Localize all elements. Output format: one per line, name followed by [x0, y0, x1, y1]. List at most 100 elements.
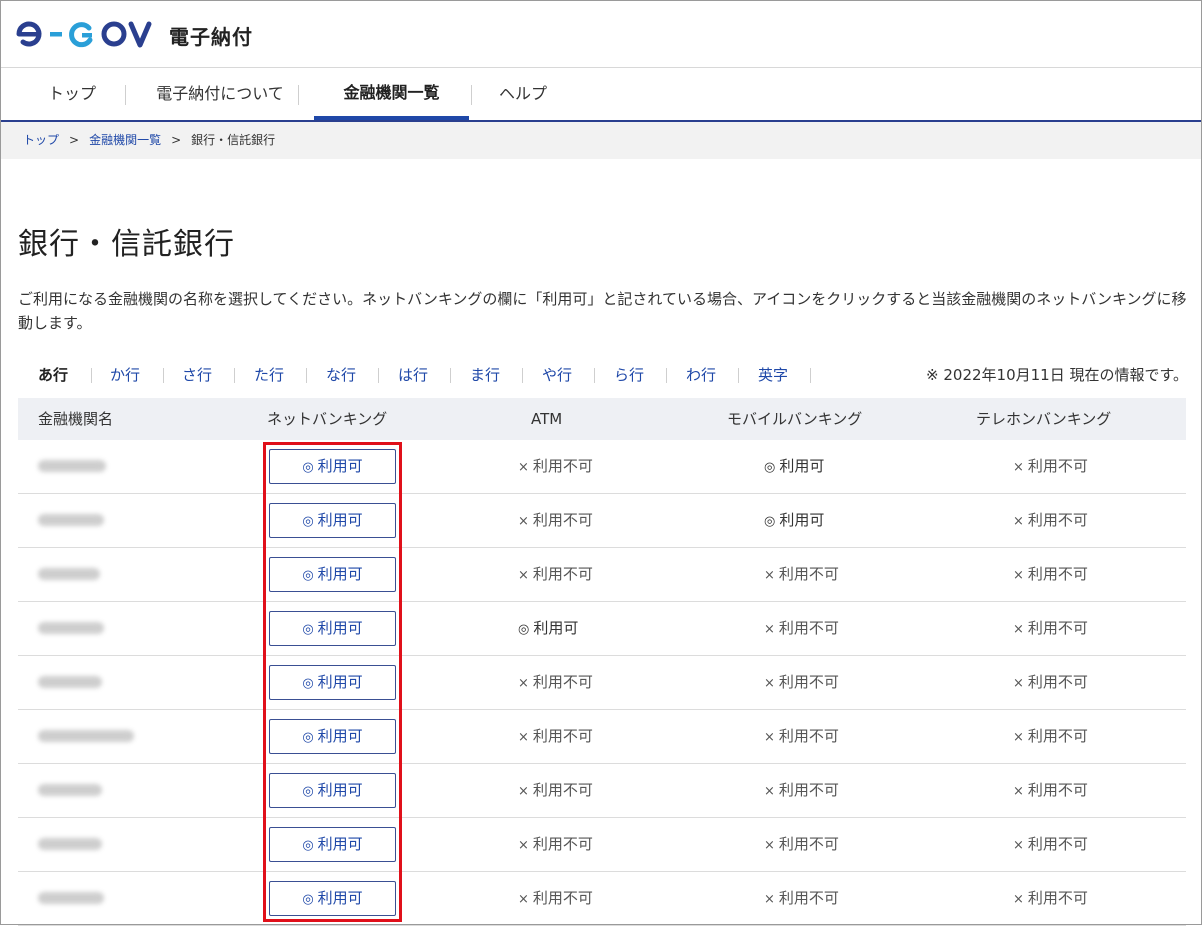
net-banking-button[interactable]: ◎ 利用可	[269, 449, 396, 484]
net-banking-button[interactable]: ◎ 利用可	[269, 773, 396, 808]
kana-tab-ta[interactable]: た行	[254, 363, 284, 387]
availability-label: 利用可	[533, 619, 579, 637]
kana-tab-ra[interactable]: ら行	[614, 363, 644, 387]
mobile-banking-cell: ◎ 利用可	[764, 494, 824, 548]
atm-cell: × 利用不可	[518, 494, 593, 548]
net-banking-button[interactable]: ◎ 利用可	[269, 827, 396, 862]
mobile-banking-cell: × 利用不可	[764, 872, 839, 926]
nav-institution-list[interactable]: 金融機関一覧	[314, 68, 469, 120]
net-banking-label: 利用可	[317, 835, 363, 853]
institution-name-blurred[interactable]	[38, 730, 134, 742]
telephone-banking-cell: × 利用不可	[1013, 440, 1088, 494]
cross-icon: ×	[764, 622, 775, 637]
cross-icon: ×	[1013, 892, 1024, 907]
nav-divider	[298, 85, 299, 105]
double-circle-icon: ◎	[302, 568, 314, 583]
col-atm: ATM	[531, 410, 563, 428]
availability-label: 利用不可	[1027, 889, 1088, 907]
table-body: ◎ 利用可 × 利用不可 ◎ 利用可 × 利用不可 ◎ 利用可 × 利用不可 ◎ 利用可 × 利用不可 ◎ 利用可…	[18, 440, 1186, 926]
institution-name-blurred[interactable]	[38, 838, 102, 850]
double-circle-icon: ◎	[764, 460, 776, 475]
net-banking-button[interactable]: ◎ 利用可	[269, 881, 396, 916]
kana-divider	[306, 368, 307, 383]
cross-icon: ×	[518, 784, 529, 799]
availability-label: 利用不可	[532, 673, 593, 691]
nav-top[interactable]: トップ	[23, 68, 121, 120]
table-row: ◎ 利用可 × 利用不可 × 利用不可 × 利用不可	[18, 872, 1186, 926]
net-banking-button[interactable]: ◎ 利用可	[269, 611, 396, 646]
cross-icon: ×	[764, 892, 775, 907]
breadcrumb-separator: >	[69, 133, 80, 147]
table-row: ◎ 利用可 × 利用不可 × 利用不可 × 利用不可	[18, 710, 1186, 764]
kana-tab-a[interactable]: あ行	[38, 363, 68, 387]
kana-divider	[234, 368, 235, 383]
availability-label: 利用不可	[532, 889, 593, 907]
availability-label: 利用不可	[778, 619, 839, 637]
net-banking-label: 利用可	[317, 781, 363, 799]
col-net-banking: ネットバンキング	[267, 410, 388, 428]
availability-label: 利用不可	[532, 565, 593, 583]
cross-icon: ×	[1013, 730, 1024, 745]
net-banking-button[interactable]: ◎ 利用可	[269, 557, 396, 592]
kana-tab-wa[interactable]: わ行	[686, 363, 716, 387]
cross-icon: ×	[764, 730, 775, 745]
table-row: ◎ 利用可 ◎ 利用可 × 利用不可 × 利用不可	[18, 602, 1186, 656]
kana-tab-alpha[interactable]: 英字	[758, 363, 788, 387]
availability-label: 利用不可	[778, 727, 839, 745]
institution-name-blurred[interactable]	[38, 460, 106, 472]
cross-icon: ×	[1013, 514, 1024, 529]
table-header: 金融機関名 ネットバンキング ATM モバイルバンキング テレホンバンキング	[18, 398, 1186, 440]
double-circle-icon: ◎	[764, 514, 776, 529]
institution-name-blurred[interactable]	[38, 514, 104, 526]
net-banking-label: 利用可	[317, 619, 363, 637]
cross-icon: ×	[518, 892, 529, 907]
atm-cell: ◎ 利用可	[518, 602, 578, 656]
kana-divider	[594, 368, 595, 383]
mobile-banking-cell: × 利用不可	[764, 656, 839, 710]
cross-icon: ×	[518, 730, 529, 745]
table-row: ◎ 利用可 × 利用不可 ◎ 利用可 × 利用不可	[18, 494, 1186, 548]
kana-tab-ya[interactable]: や行	[542, 363, 572, 387]
kana-divider	[666, 368, 667, 383]
availability-label: 利用不可	[778, 673, 839, 691]
availability-label: 利用不可	[1027, 565, 1088, 583]
availability-label: 利用不可	[532, 511, 593, 529]
institution-name-blurred[interactable]	[38, 568, 100, 580]
atm-cell: × 利用不可	[518, 872, 593, 926]
breadcrumb-separator: >	[171, 133, 182, 147]
col-institution-name: 金融機関名	[38, 410, 114, 428]
breadcrumb-institution-list[interactable]: 金融機関一覧	[89, 133, 161, 147]
double-circle-icon: ◎	[302, 784, 314, 799]
kana-tab-ha[interactable]: は行	[398, 363, 428, 387]
availability-label: 利用不可	[1027, 781, 1088, 799]
availability-label: 利用不可	[532, 457, 593, 475]
nav-help[interactable]: ヘルプ	[487, 68, 559, 120]
double-circle-icon: ◎	[518, 622, 530, 637]
nav-about-epayment[interactable]: 電子納付について	[141, 68, 299, 120]
e-gov-logo[interactable]	[16, 19, 161, 49]
site-header: 電子納付	[1, 1, 1201, 68]
institution-name-blurred[interactable]	[38, 676, 102, 688]
mobile-banking-cell: × 利用不可	[764, 710, 839, 764]
institution-name-blurred[interactable]	[38, 622, 104, 634]
cross-icon: ×	[764, 838, 775, 853]
net-banking-button[interactable]: ◎ 利用可	[269, 719, 396, 754]
kana-tab-ma[interactable]: ま行	[470, 363, 500, 387]
net-banking-label: 利用可	[317, 727, 363, 745]
kana-tab-ka[interactable]: か行	[110, 363, 140, 387]
kana-tab-sa[interactable]: さ行	[182, 363, 212, 387]
kana-index-nav: あ行 か行 さ行 た行 な行 は行 ま行 や行 ら行 わ行 英字 ※ 2022年…	[18, 363, 1188, 387]
institution-name-blurred[interactable]	[38, 892, 104, 904]
breadcrumb-top[interactable]: トップ	[23, 133, 59, 147]
telephone-banking-cell: × 利用不可	[1013, 548, 1088, 602]
cross-icon: ×	[1013, 838, 1024, 853]
availability-label: 利用可	[779, 511, 825, 529]
net-banking-button[interactable]: ◎ 利用可	[269, 503, 396, 538]
mobile-banking-cell: × 利用不可	[764, 548, 839, 602]
telephone-banking-cell: × 利用不可	[1013, 656, 1088, 710]
nav-divider	[125, 85, 126, 105]
institution-name-blurred[interactable]	[38, 784, 102, 796]
kana-tab-na[interactable]: な行	[326, 363, 356, 387]
atm-cell: × 利用不可	[518, 764, 593, 818]
net-banking-button[interactable]: ◎ 利用可	[269, 665, 396, 700]
